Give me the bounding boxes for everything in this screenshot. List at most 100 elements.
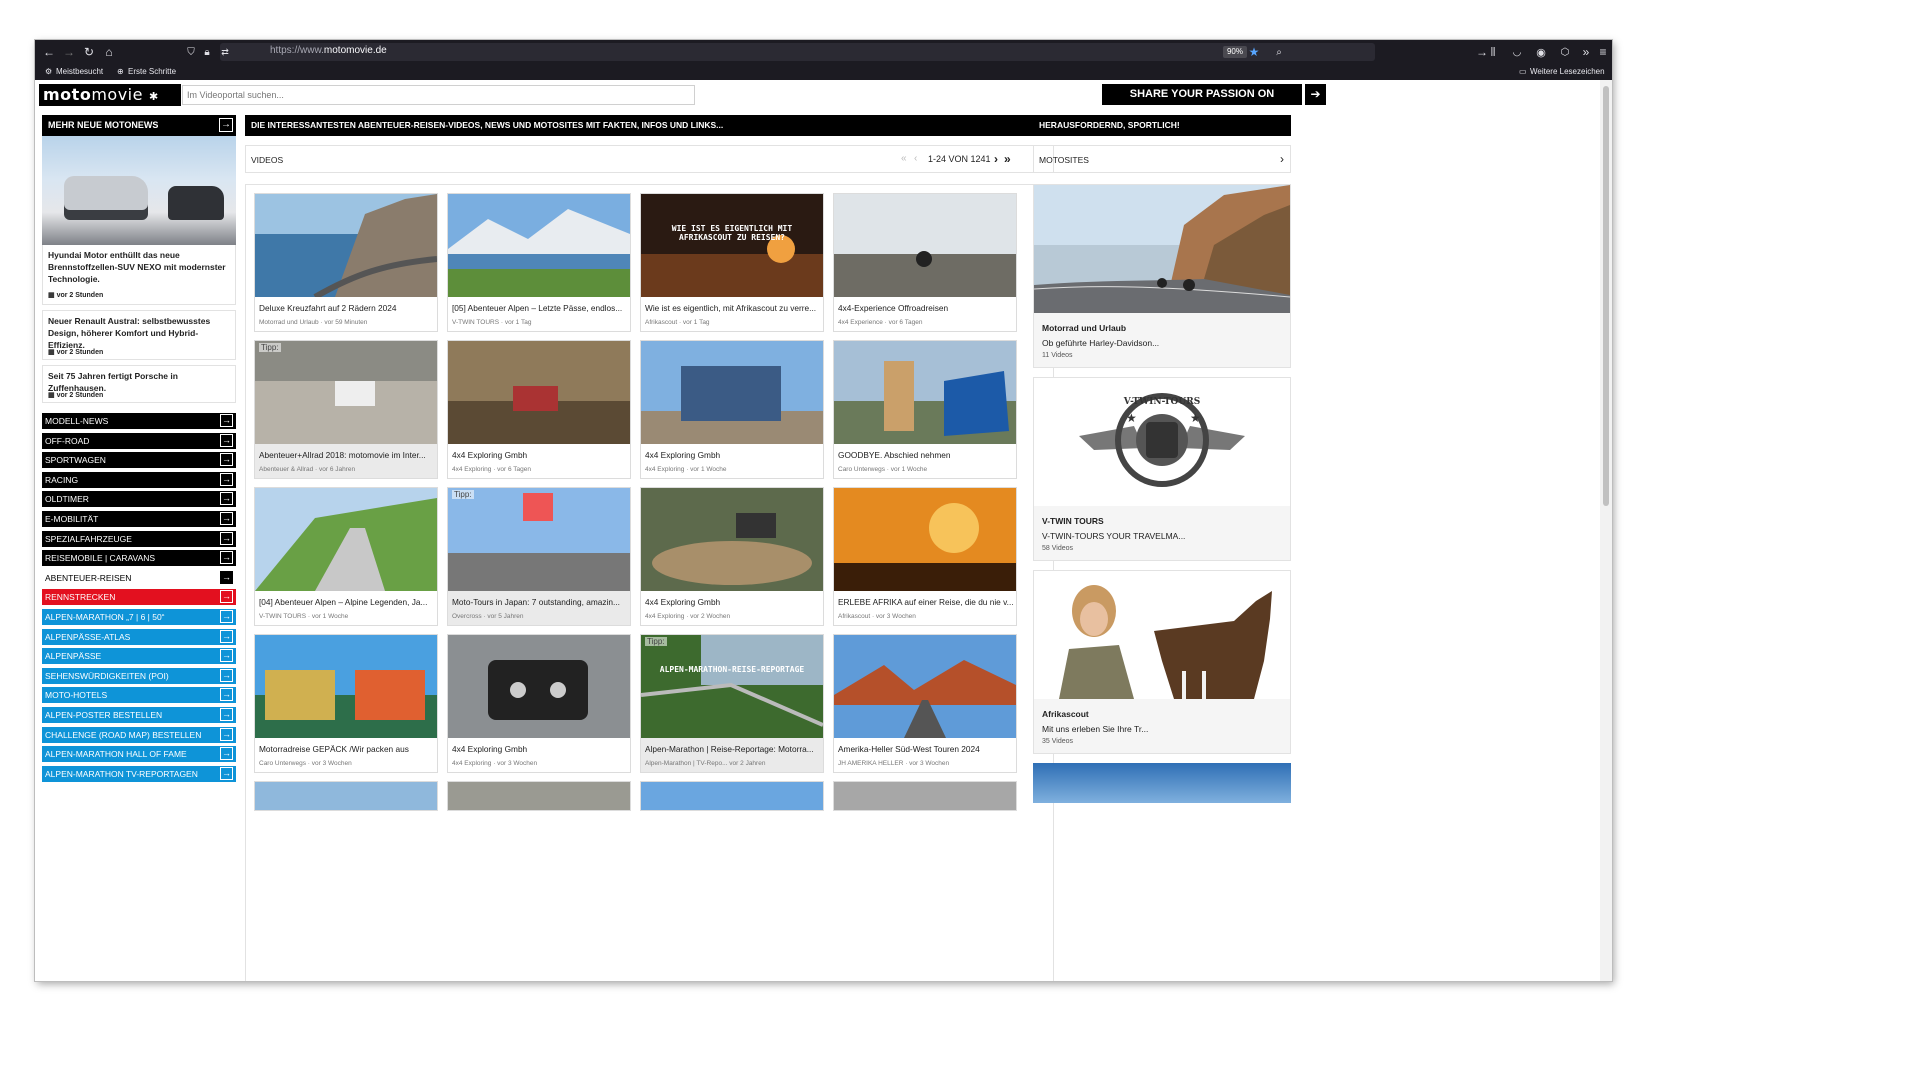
video-card[interactable]: ALPEN-MARATHON-REISE-REPORTAGE Tipp: Alpen… xyxy=(640,634,824,773)
motosite-logo[interactable]: V-TWIN-TOURS ★ ★ xyxy=(1034,378,1290,506)
news-item[interactable]: Seit 75 Jahren fertigt Porsche in Zuffen… xyxy=(42,365,236,403)
arrow-right-icon[interactable]: → xyxy=(220,512,233,525)
video-card[interactable]: 4x4 Exploring Gmbh 4x4 Exploring · vor 2 … xyxy=(640,487,824,626)
site-logo[interactable]: motomovie ✱ xyxy=(39,84,181,106)
menu-item[interactable]: ALPEN-MARATHON TV-REPORTAGEN → xyxy=(42,765,236,782)
arrow-right-icon[interactable]: → xyxy=(220,747,233,761)
arrow-right-icon[interactable]: → xyxy=(220,453,233,467)
bookmark-most-visited[interactable]: Meistbesucht xyxy=(56,67,103,76)
menu-item[interactable]: ALPENPÄSSE-ATLAS → xyxy=(42,628,236,645)
menu-item[interactable]: SEHENSWÜRDIGKEITEN (POI) → xyxy=(42,667,236,684)
video-title[interactable]: Abenteuer+Allrad 2018: motomovie im Inte… xyxy=(259,450,435,460)
video-thumbnail[interactable]: ALPEN-MARATHON-REISE-REPORTAGE Tipp: xyxy=(641,635,823,738)
video-thumbnail[interactable] xyxy=(834,194,1016,297)
video-title[interactable]: 4x4 Exploring Gmbh xyxy=(645,597,821,607)
video-title[interactable]: Motorradreise GEPÄCK /Wir packen aus xyxy=(259,744,435,754)
motosite-image[interactable] xyxy=(1034,571,1290,699)
share-button[interactable]: SHARE YOUR PASSION ON MOTOMOVIE xyxy=(1102,84,1302,121)
news-title[interactable]: Hyundai Motor enthüllt das neue Brennsto… xyxy=(48,249,230,285)
video-card[interactable]: 4x4 Exploring Gmbh 4x4 Exploring · vor 1 … xyxy=(640,340,824,479)
video-card[interactable]: 4x4 Exploring Gmbh 4x4 Exploring · vor 6 … xyxy=(447,340,631,479)
next-page-icon[interactable]: › xyxy=(994,152,998,166)
video-thumbnail[interactable] xyxy=(834,341,1016,444)
menu-item[interactable]: ABENTEUER-REISEN → xyxy=(42,569,236,586)
bookmark-getting-started[interactable]: Erste Schritte xyxy=(128,67,176,76)
prev-page-icon[interactable]: ‹ xyxy=(914,153,917,164)
arrow-right-icon[interactable]: → xyxy=(220,668,233,682)
video-title[interactable]: Deluxe Kreuzfahrt auf 2 Rädern 2024 xyxy=(259,303,435,313)
arrow-right-icon[interactable]: → xyxy=(220,629,233,643)
video-card[interactable]: [04] Abenteuer Alpen – Alpine Legenden, … xyxy=(254,487,438,626)
arrow-right-icon[interactable]: → xyxy=(220,727,233,741)
news-item[interactable]: Neuer Renault Austral: selbstbewusstes D… xyxy=(42,310,236,360)
menu-item[interactable]: ALPEN-MARATHON „7 | 6 | 50“ → xyxy=(42,609,236,625)
first-page-icon[interactable]: « xyxy=(901,153,907,164)
arrow-right-icon[interactable]: → xyxy=(220,433,233,447)
video-title[interactable]: Amerika-Heller Süd-West Touren 2024 xyxy=(838,744,1014,754)
motosite-title[interactable]: V-TWIN TOURS xyxy=(1042,516,1104,526)
arrow-right-icon[interactable]: → xyxy=(220,492,233,506)
arrow-right-icon[interactable]: → xyxy=(220,472,233,486)
arrow-right-icon[interactable]: → xyxy=(220,570,233,584)
motosite-card[interactable]: V-TWIN-TOURS ★ ★ V-TWIN TOURS V-TWIN-TOU… xyxy=(1033,377,1291,561)
url-text[interactable]: https://www.motomovie.de xyxy=(270,45,387,56)
menu-item[interactable]: RENNSTRECKEN → xyxy=(42,589,236,606)
video-card-partial[interactable] xyxy=(447,781,631,811)
scrollbar[interactable] xyxy=(1600,80,1612,981)
video-card[interactable]: ERLEBE AFRIKA auf einer Reise, die du ni… xyxy=(833,487,1017,626)
lock-icon[interactable]: 🔒︎ xyxy=(200,44,214,60)
video-thumbnail[interactable] xyxy=(641,488,823,591)
video-title[interactable]: GOODBYE. Abschied nehmen xyxy=(838,450,1014,460)
news-image[interactable] xyxy=(42,136,236,245)
video-title[interactable]: [04] Abenteuer Alpen – Alpine Legenden, … xyxy=(259,597,435,607)
arrow-right-icon[interactable]: → xyxy=(219,118,233,132)
motosites-bar[interactable]: MOTOSITES › xyxy=(1033,145,1291,173)
arrow-right-icon[interactable]: → xyxy=(220,708,233,721)
motosite-title[interactable]: Motorrad und Urlaub xyxy=(1042,323,1126,333)
video-card[interactable]: GOODBYE. Abschied nehmen Caro Unterwegs ·… xyxy=(833,340,1017,479)
menu-item[interactable]: ALPEN-MARATHON HALL OF FAME → xyxy=(42,746,236,763)
motosite-card[interactable]: Motorrad und Urlaub Ob geführte Harley-D… xyxy=(1033,184,1291,368)
arrow-right-icon[interactable]: → xyxy=(220,531,233,545)
menu-item[interactable]: E-MOBILITÄT → xyxy=(42,511,236,527)
library-icon[interactable]: ⫼ xyxy=(1485,44,1501,60)
video-thumbnail[interactable]: Tipp: xyxy=(255,341,437,444)
menu-item[interactable]: RACING → xyxy=(42,471,236,488)
arrow-right-icon[interactable]: → xyxy=(220,688,233,702)
video-card[interactable]: WIE IST ES EIGENTLICH MIT AFRIKASCOUT ZU… xyxy=(640,193,824,332)
motonews-header[interactable]: MEHR NEUE MOTONEWS → xyxy=(42,115,236,136)
video-title[interactable]: Alpen-Marathon | Reise-Reportage: Motorr… xyxy=(645,744,821,754)
motosite-image[interactable] xyxy=(1034,185,1290,313)
permissions-icon[interactable]: ⇄ xyxy=(218,44,232,60)
forward-icon[interactable]: → xyxy=(61,44,77,60)
arrow-right-icon[interactable]: → xyxy=(220,766,233,780)
video-title[interactable]: 4x4 Exploring Gmbh xyxy=(452,450,628,460)
news-item[interactable]: Hyundai Motor enthüllt das neue Brennsto… xyxy=(42,245,236,305)
motosite-image-partial[interactable] xyxy=(1033,763,1291,803)
menu-icon[interactable]: ≡ xyxy=(1596,44,1610,60)
video-thumbnail[interactable] xyxy=(448,635,630,738)
video-title[interactable]: 4x4 Exploring Gmbh xyxy=(645,450,821,460)
pocket-icon[interactable]: ◡ xyxy=(1509,44,1525,60)
menu-item[interactable]: OFF-ROAD → xyxy=(42,432,236,449)
video-card[interactable]: Tipp: Moto-Tours in Japan: 7 outstanding,… xyxy=(447,487,631,626)
video-card[interactable]: Motorradreise GEPÄCK /Wir packen aus Caro… xyxy=(254,634,438,773)
account-icon[interactable]: ◉ xyxy=(1533,44,1549,60)
motosite-card[interactable]: Afrikascout Mit uns erleben Sie Ihre Tr.… xyxy=(1033,570,1291,754)
scrollbar-thumb[interactable] xyxy=(1603,86,1609,506)
news-title[interactable]: Neuer Renault Austral: selbstbewusstes D… xyxy=(48,315,230,351)
video-thumbnail[interactable] xyxy=(255,488,437,591)
video-title[interactable]: Wie ist es eigentlich, mit Afrikascout z… xyxy=(645,303,821,313)
bookmark-star-icon[interactable]: ★ xyxy=(1247,44,1261,60)
shield-icon[interactable]: ⛉ xyxy=(184,44,198,60)
video-thumbnail[interactable] xyxy=(834,635,1016,738)
menu-item[interactable]: OLDTIMER → xyxy=(42,491,236,508)
zoom-badge[interactable]: 90% xyxy=(1223,46,1247,58)
overflow-icon[interactable]: » xyxy=(1578,44,1594,60)
menu-item[interactable]: REISEMOBILE | CARAVANS → xyxy=(42,550,236,567)
video-thumbnail[interactable] xyxy=(255,635,437,738)
video-title[interactable]: Moto-Tours in Japan: 7 outstanding, amaz… xyxy=(452,597,628,607)
video-thumbnail[interactable] xyxy=(641,341,823,444)
menu-item[interactable]: ALPEN-POSTER BESTELLEN → xyxy=(42,707,236,723)
video-card[interactable]: Tipp: Abenteuer+Allrad 2018: motomovie im… xyxy=(254,340,438,479)
